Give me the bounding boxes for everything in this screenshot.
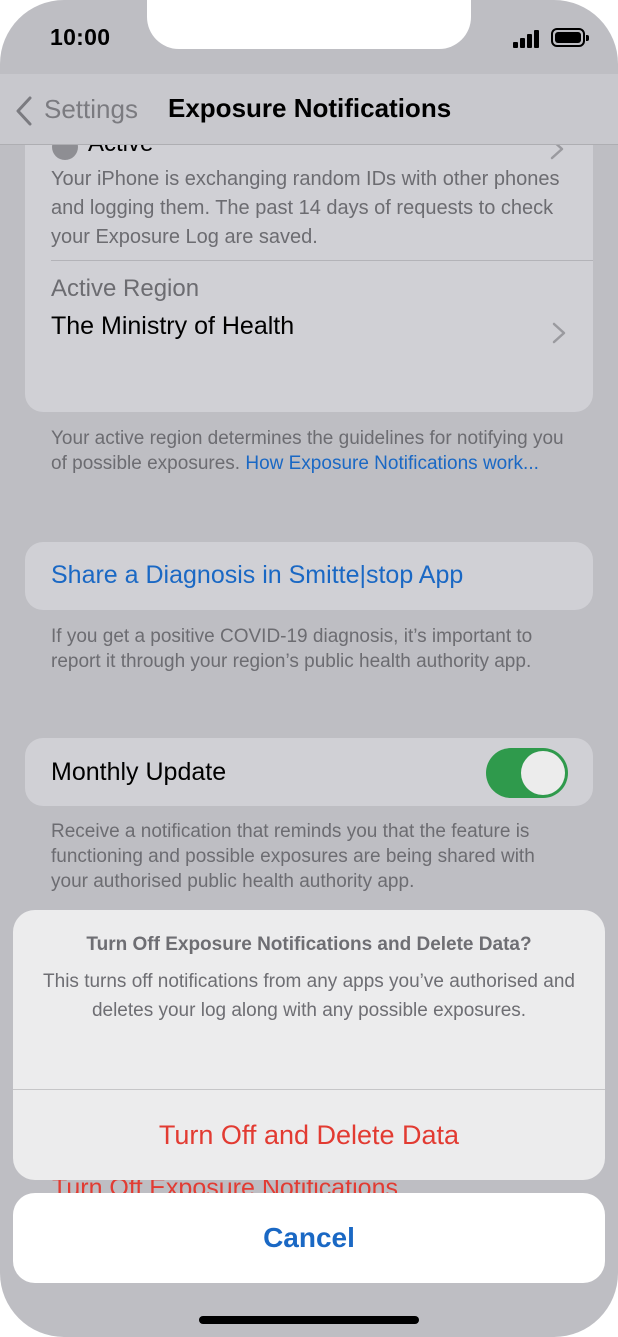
cancel-button[interactable]: Cancel xyxy=(13,1193,605,1283)
home-indicator[interactable] xyxy=(199,1316,419,1324)
status-description: Your iPhone is exchanging random IDs wit… xyxy=(51,168,560,248)
active-region-label: Active Region xyxy=(51,275,200,302)
how-it-works-link[interactable]: How Exposure Notifications work... xyxy=(245,453,539,474)
back-button[interactable]: Settings xyxy=(44,94,138,125)
divider xyxy=(51,260,593,261)
monthly-update-footer: Receive a notification that reminds you … xyxy=(51,821,535,892)
cellular-signal-icon xyxy=(513,30,541,48)
action-sheet-message: This turns off notifications from any ap… xyxy=(43,971,575,1021)
monthly-update-label: Monthly Update xyxy=(51,758,227,786)
action-sheet: Turn Off Exposure Notifications and Dele… xyxy=(13,910,605,1180)
region-footer: Your active region determines the guidel… xyxy=(51,426,571,476)
phone-screen: 10:00 Active Your iPhone is exchanging r… xyxy=(0,0,618,1337)
notch xyxy=(147,0,471,49)
share-diagnosis-button[interactable]: Share a Diagnosis in Smitte|stop App xyxy=(51,561,463,590)
chevron-right-icon[interactable] xyxy=(552,322,566,344)
status-time: 10:00 xyxy=(50,24,111,50)
share-footer: If you get a positive COVID-19 diagnosis… xyxy=(51,626,533,672)
page-title: Exposure Notifications xyxy=(168,93,452,123)
battery-icon xyxy=(551,28,589,47)
action-sheet-title: Turn Off Exposure Notifications and Dele… xyxy=(86,934,532,955)
chevron-left-icon[interactable] xyxy=(12,94,38,128)
monthly-update-toggle[interactable] xyxy=(486,748,568,798)
toggle-knob xyxy=(521,751,565,795)
turn-off-and-delete-button[interactable]: Turn Off and Delete Data xyxy=(13,1090,605,1180)
active-region-value[interactable]: The Ministry of Health xyxy=(51,312,294,341)
